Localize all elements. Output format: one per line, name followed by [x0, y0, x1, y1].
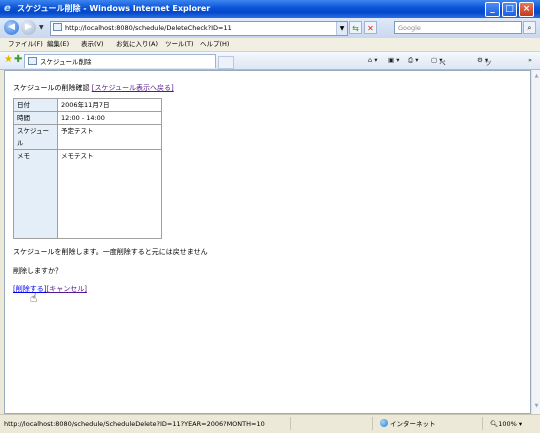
page-heading: スケジュールの削除確認 [スケジュール表示へ戻る]	[13, 83, 174, 93]
zone-label: インターネット	[390, 420, 436, 428]
tab-row: ★ ✚ スケジュール削除 ⌂ ▾ ▣ ▾ ⎙ ▾ ▢ ページ(P) ▾ ⚙ ツー…	[0, 52, 540, 100]
address-url: http://localhost:8080/schedule/DeleteChe…	[65, 24, 232, 32]
stop-icon[interactable]: ✕	[364, 21, 377, 34]
browser-window: e スケジュール削除 - Windows Internet Explorer _…	[0, 0, 540, 433]
search-icon[interactable]: ⌕	[523, 21, 536, 34]
back-button[interactable]: ◀	[4, 20, 19, 35]
time-label: 時間	[13, 111, 58, 125]
table-row: 日付 2006年11月7日	[13, 98, 162, 112]
globe-icon	[380, 419, 388, 427]
address-dropdown-icon[interactable]: ▼	[336, 22, 347, 35]
menu-edit[interactable]: 編集(E)	[47, 39, 69, 50]
refresh-icon[interactable]: ⇆	[349, 21, 362, 34]
delete-warning-message: スケジュールを削除します。一度削除すると元には戻せません	[13, 248, 208, 256]
page-icon	[53, 23, 62, 31]
menu-view[interactable]: 表示(V)	[81, 39, 104, 50]
search-input[interactable]: Google	[394, 21, 522, 34]
memo-label: メモ	[13, 149, 58, 239]
table-row: メモ メモテスト	[13, 149, 162, 239]
page-menu[interactable]: ▢ ページ(P) ▾	[431, 55, 448, 100]
new-tab-button[interactable]	[218, 56, 234, 69]
history-dropdown-icon[interactable]: ▼	[39, 24, 44, 31]
vertical-scrollbar[interactable]: ▲ ▼	[531, 70, 540, 414]
security-zone[interactable]: インターネット	[380, 418, 436, 430]
action-links: [削除する][キャンセル]	[13, 284, 87, 294]
menu-file[interactable]: ファイル(F)	[8, 39, 43, 50]
search-placeholder: Google	[398, 24, 421, 32]
delete-confirm-question: 削除しますか？	[13, 267, 62, 275]
ie-logo-icon: e	[4, 3, 11, 14]
menu-tools[interactable]: ツール(T)	[165, 39, 194, 50]
date-value: 2006年11月7日	[57, 98, 162, 112]
print-icon[interactable]: ⎙ ▾	[408, 55, 419, 66]
scroll-up-icon[interactable]: ▲	[532, 72, 540, 81]
schedule-label: スケジュール	[13, 124, 58, 150]
address-row: ◀ ▶ ▼ http://localhost:8080/schedule/Del…	[0, 18, 540, 38]
status-url: http://localhost:8080/schedule/ScheduleD…	[4, 420, 265, 428]
menu-bar: ファイル(F) 編集(E) 表示(V) お気に入り(A) ツール(T) ヘルプ(…	[0, 38, 540, 52]
schedule-value: 予定テスト	[57, 124, 162, 150]
minimize-button[interactable]: _	[485, 2, 500, 17]
tab-label: スケジュール削除	[40, 58, 92, 66]
tools-menu[interactable]: ⚙ ツール(O) ▾	[477, 55, 495, 100]
maximize-button[interactable]: □	[502, 2, 517, 17]
zoom-control[interactable]: 🔍︎100% ▾	[490, 418, 522, 430]
zoom-level: 100%	[498, 420, 517, 428]
status-divider	[290, 417, 291, 430]
window-title: スケジュール削除 - Windows Internet Explorer	[17, 4, 211, 13]
tab-page-icon	[28, 57, 37, 65]
address-bar[interactable]: http://localhost:8080/schedule/DeleteChe…	[50, 21, 348, 36]
menu-favorites[interactable]: お気に入り(A)	[116, 39, 158, 50]
title-bar: e スケジュール削除 - Windows Internet Explorer _…	[0, 0, 540, 18]
tab-active[interactable]: スケジュール削除	[24, 54, 216, 68]
feeds-icon[interactable]: ▣ ▾	[388, 55, 399, 66]
memo-value: メモテスト	[57, 149, 162, 239]
add-favorite-icon[interactable]: ✚	[14, 54, 22, 66]
forward-button[interactable]: ▶	[21, 20, 36, 35]
status-bar: http://localhost:8080/schedule/ScheduleD…	[0, 414, 540, 433]
time-value: 12:00 - 14:00	[57, 111, 162, 125]
cancel-link[interactable]: [キャンセル]	[46, 285, 86, 293]
table-row: 時間 12:00 - 14:00	[13, 111, 162, 125]
more-chevron-icon[interactable]: »	[528, 55, 532, 66]
favorites-star-icon[interactable]: ★	[4, 54, 13, 66]
home-icon[interactable]: ⌂ ▾	[368, 55, 377, 66]
back-to-schedule-link[interactable]: [スケジュール表示へ戻る]	[92, 84, 174, 92]
schedule-detail-table: 日付 2006年11月7日 時間 12:00 - 14:00 スケジュール 予定…	[13, 98, 162, 239]
hand-cursor-icon: ☝	[30, 291, 38, 305]
status-divider	[372, 417, 373, 430]
page-content: スケジュールの削除確認 [スケジュール表示へ戻る] 日付 2006年11月7日 …	[4, 70, 531, 414]
close-button[interactable]: ×	[519, 2, 534, 17]
status-divider	[482, 417, 483, 430]
scroll-down-icon[interactable]: ▼	[532, 402, 540, 411]
date-label: 日付	[13, 98, 58, 112]
menu-help[interactable]: ヘルプ(H)	[200, 39, 229, 50]
heading-text: スケジュールの削除確認	[13, 84, 90, 92]
table-row: スケジュール 予定テスト	[13, 124, 162, 150]
